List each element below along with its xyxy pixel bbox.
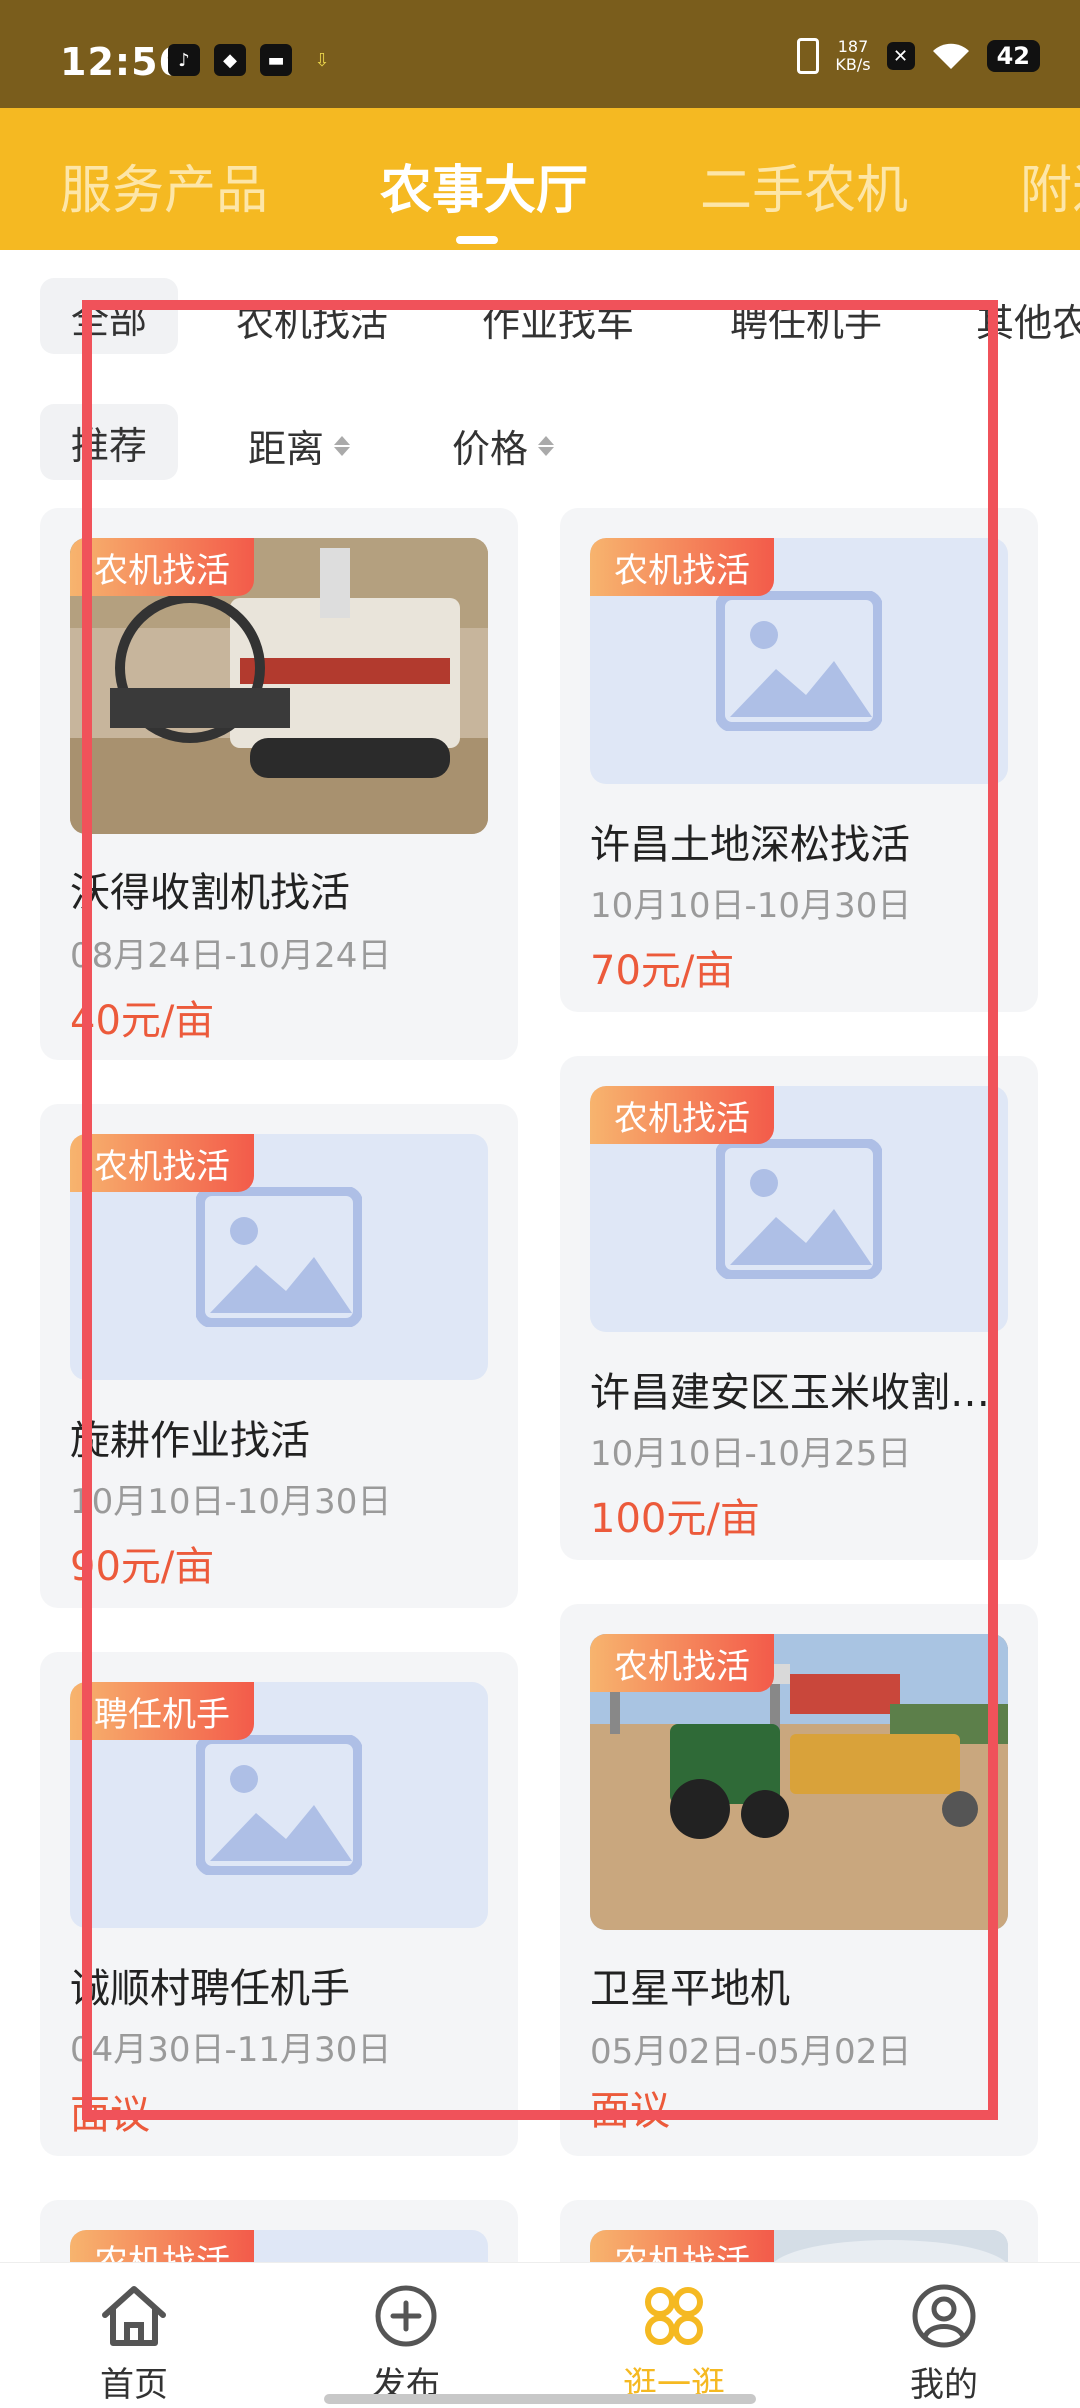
no-sim-icon: ✕ [886,42,915,70]
tab-nearby[interactable]: 附近 [1020,148,1080,223]
notification-icons: ♪ ◆ ▬ ⇩ [168,44,338,76]
vibrate-icon [797,38,820,74]
listing-image: 农机找活 [590,1086,1008,1332]
listing-tag: 农机找活 [590,1634,774,1692]
listing-tag: 农机找活 [70,2230,254,2262]
sort-price[interactable]: 价格 [452,418,555,473]
sort-arrows-icon [538,435,555,456]
tab-service-products[interactable]: 服务产品 [60,148,268,223]
sort-recommend[interactable]: 推荐 [40,404,178,480]
category-find-vehicle[interactable]: 作业找车 [482,292,634,347]
listing-title: 卫星平地机 [590,1966,790,2012]
message-icon: ▬ [260,44,292,76]
sort-arrows-icon [334,435,351,456]
listing-card[interactable]: 农机找活 沃得收割机找活 08月24日-10月24日 40元/亩 [40,508,518,1060]
listing-title: 诚顺村聘任机手 [70,1966,350,2012]
listing-date: 04月30日-11月30日 [70,2030,392,2070]
listing-date: 10月10日-10月30日 [70,1482,392,1522]
sort-price-label: 价格 [452,427,529,471]
network-speed-unit: KB/s [835,55,871,74]
listing-date: 05月02日-05月02日 [590,2032,912,2072]
listing-image: 农机找活 [70,1134,488,1380]
network-speed: 187 KB/s [835,38,870,74]
tiktok-icon: ♪ [168,44,200,76]
listing-card[interactable]: 农机找活 旋耕作业找活 10月10日-10月30日 90元/亩 [40,1104,518,1608]
sort-distance-label: 距离 [248,427,325,471]
listing-price: 40元/亩 [70,998,215,1044]
nav-home[interactable]: 首页 [64,2283,204,2406]
home-icon [102,2286,166,2346]
listing-date: 10月10日-10月25日 [590,1434,912,1474]
listing-card[interactable]: 农机找活 许昌建安区玉米收割… 10月10日-10月25日 100元/亩 [560,1056,1038,1560]
nav-publish[interactable]: 发布 [336,2283,476,2406]
image-placeholder-icon [196,1735,362,1875]
listing-card[interactable]: 农机找活 卫星平地机 05月02日-05月02日 面议 [560,1604,1038,2156]
network-speed-value: 187 [837,37,869,56]
listing-tag: 农机找活 [590,538,774,596]
battery-indicator: 42 [986,40,1040,72]
listing-price: 70元/亩 [590,948,735,994]
sort-distance[interactable]: 距离 [248,418,351,473]
listing-tag: 农机找活 [590,2230,774,2262]
listing-image: 农机找活 [590,1634,1008,1930]
app-notification-icon: ◆ [214,44,246,76]
listing-title: 许昌土地深松找活 [590,822,910,868]
listing-date: 10月10日-10月30日 [590,886,912,926]
category-other[interactable]: 其他农 [976,292,1080,347]
listing-title: 旋耕作业找活 [70,1418,310,1464]
nav-browse[interactable]: 逛一逛 [604,2283,744,2406]
listing-title: 许昌建安区玉米收割… [590,1370,990,1416]
wifi-icon [932,43,969,69]
tab-farm-hall[interactable]: 农事大厅 [380,148,588,223]
listing-tag: 农机找活 [70,538,254,596]
nav-home-label: 首页 [100,2365,168,2405]
listing-image: 聘任机手 [70,1682,488,1928]
listing-image: 农机找活 [590,2230,1008,2262]
image-placeholder-icon [716,591,882,731]
status-bar: 12:56 ♪ ◆ ▬ ⇩ 187 KB/s ✕ 42 [0,0,1080,108]
listing-price: 面议 [590,2088,670,2134]
plus-circle-icon [375,2285,437,2347]
category-hire-operator[interactable]: 聘任机手 [730,292,882,347]
home-indicator[interactable] [324,2394,756,2404]
active-tab-indicator [456,236,498,244]
listing-price: 100元/亩 [590,1496,760,1542]
image-placeholder-icon [716,1139,882,1279]
listing-tag: 聘任机手 [70,1682,254,1740]
listing-price: 90元/亩 [70,1544,215,1590]
listing-image: 农机找活 [70,2230,488,2262]
browse-icon [645,2287,703,2345]
listing-title: 沃得收割机找活 [70,870,350,916]
listing-card[interactable]: 聘任机手 诚顺村聘任机手 04月30日-11月30日 面议 [40,1652,518,2156]
listing-image: 农机找活 [590,538,1008,784]
listing-card[interactable]: 农机找活 [40,2200,518,2262]
main-content: 全部 农机找活 作业找车 聘任机手 其他农 推荐 距离 价格 农机找活 沃得收割… [0,250,1080,2262]
top-tab-bar: 服务产品 农事大厅 二手农机 附近 [0,108,1080,250]
nav-mine-label: 我的 [910,2365,978,2405]
bottom-nav: 首页 发布 逛一逛 我的 [0,2262,1080,2408]
listing-card[interactable]: 农机找活 [560,2200,1038,2262]
listing-card[interactable]: 农机找活 许昌土地深松找活 10月10日-10月30日 70元/亩 [560,508,1038,1012]
listing-price: 面议 [70,2092,150,2138]
category-all[interactable]: 全部 [40,278,178,354]
nav-mine[interactable]: 我的 [874,2283,1014,2406]
listing-date: 08月24日-10月24日 [70,936,392,976]
category-machinery-work[interactable]: 农机找活 [236,292,388,347]
image-placeholder-icon [196,1187,362,1327]
listing-tag: 农机找活 [590,1086,774,1144]
listing-tag: 农机找活 [70,1134,254,1192]
download-icon: ⇩ [314,49,330,71]
user-icon [912,2284,976,2348]
tab-used-machinery[interactable]: 二手农机 [700,148,908,223]
listing-image: 农机找活 [70,538,488,834]
